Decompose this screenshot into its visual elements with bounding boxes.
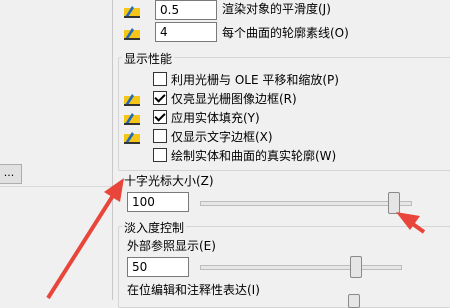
crosshair-size-label: 十字光标大小(Z) [124, 174, 214, 188]
raster-frame-checkbox[interactable] [153, 91, 167, 105]
contour-lines-input[interactable]: 4 [155, 22, 217, 42]
pane-divider [112, 0, 113, 300]
solid-fill-label: 应用实体填充(Y) [171, 111, 260, 125]
inplace-slider-thumb[interactable] [348, 294, 360, 308]
xref-slider-thumb[interactable] [350, 256, 362, 278]
text-frame-checkbox[interactable] [153, 129, 167, 143]
raster-ole-label: 利用光栅与 OLE 平移和缩放(P) [171, 73, 339, 87]
contour-lines-label: 每个曲面的轮廓素线(O) [222, 26, 349, 40]
drawing-setting-icon [124, 128, 140, 144]
drawing-setting-icon [124, 90, 140, 106]
true-silhouettes-checkbox[interactable] [153, 148, 167, 162]
ellipsis-button[interactable]: ... [0, 164, 22, 184]
display-performance-title: 显示性能 [122, 50, 175, 67]
raster-ole-checkbox[interactable] [153, 72, 167, 86]
crosshair-slider-thumb[interactable] [388, 192, 400, 214]
smoothness-input[interactable]: 0.5 [155, 0, 217, 20]
true-silhouettes-label: 绘制实体和曲面的真实轮廓(W) [171, 149, 337, 163]
drawing-setting-icon [124, 24, 140, 40]
crosshair-size-input[interactable]: 100 [127, 192, 189, 212]
fade-control-title: 淡入度控制 [122, 219, 187, 236]
drawing-setting-icon [124, 2, 140, 18]
xref-slider-track[interactable] [200, 265, 402, 270]
xref-display-label: 外部参照显示(E) [127, 239, 216, 253]
left-pane: ... [0, 0, 112, 300]
crosshair-slider-track[interactable] [200, 201, 412, 206]
solid-fill-checkbox[interactable] [153, 110, 167, 124]
inplace-edit-label: 在位编辑和注释性表达(I) [127, 283, 260, 297]
drawing-setting-icon [124, 109, 140, 125]
left-divider [0, 186, 112, 187]
text-frame-label: 仅显示文字边框(X) [171, 130, 273, 144]
raster-frame-label: 仅亮显光栅图像边框(R) [171, 92, 297, 106]
smoothness-label: 渲染对象的平滑度(J) [222, 2, 331, 16]
xref-display-input[interactable]: 50 [127, 257, 189, 277]
